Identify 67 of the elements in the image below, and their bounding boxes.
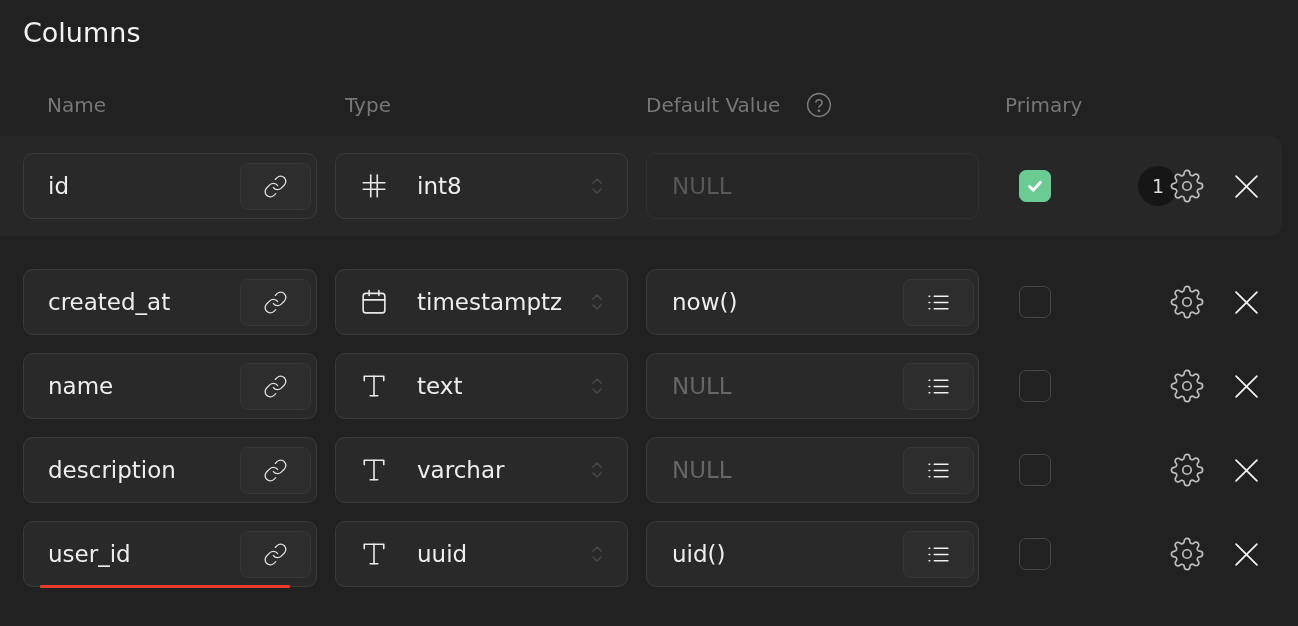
close-icon[interactable] <box>1234 373 1259 399</box>
settings-icon[interactable] <box>1170 537 1204 571</box>
column-name-field[interactable]: description <box>23 437 317 503</box>
type-text: varchar <box>417 456 506 485</box>
default-value-field[interactable]: uid() <box>646 521 979 587</box>
link-icon <box>263 289 288 315</box>
column-name-text: id <box>48 172 69 201</box>
column-header: Default Value <box>646 92 781 118</box>
type-text: int8 <box>417 172 463 201</box>
link-icon <box>263 373 288 399</box>
list-button[interactable] <box>903 446 974 494</box>
type-text: text <box>417 372 464 401</box>
list-button[interactable] <box>903 530 974 578</box>
close-icon[interactable] <box>1234 457 1259 483</box>
link-button[interactable] <box>240 530 311 578</box>
column-name-field[interactable]: created_at <box>23 269 317 335</box>
primary-checkbox[interactable] <box>1019 370 1051 402</box>
close-icon[interactable] <box>1234 289 1259 315</box>
primary-checkbox[interactable] <box>1019 286 1051 318</box>
list-button[interactable] <box>903 362 974 410</box>
type-select[interactable]: varchar <box>335 437 628 503</box>
help-icon[interactable] <box>806 92 833 118</box>
link-button[interactable] <box>240 278 311 326</box>
section-title: Columns <box>23 16 141 50</box>
list-button[interactable] <box>903 278 974 326</box>
link-button[interactable] <box>240 446 311 494</box>
link-button[interactable] <box>240 362 311 410</box>
letter-t-icon <box>361 541 387 567</box>
settings-icon[interactable] <box>1170 169 1204 203</box>
type-select[interactable]: text <box>335 353 628 419</box>
type-select[interactable]: uuid <box>335 521 628 587</box>
primary-checkbox[interactable] <box>1019 454 1051 486</box>
column-header: Name <box>47 92 106 118</box>
calendar-icon <box>361 289 387 315</box>
column-header: Type <box>345 92 391 118</box>
letter-t-icon <box>361 457 387 483</box>
default-value-text: now() <box>672 288 738 317</box>
type-select[interactable]: timestamptz <box>335 269 628 335</box>
count-badge: 1 <box>1138 166 1178 206</box>
link-icon <box>263 173 288 199</box>
column-name-text: created_at <box>48 288 171 317</box>
link-button[interactable] <box>240 162 311 210</box>
type-select[interactable]: int8 <box>335 153 628 219</box>
column-name-field[interactable]: user_id <box>23 521 317 587</box>
link-icon <box>263 457 288 483</box>
hash-icon <box>361 173 387 199</box>
letter-t-icon <box>361 373 387 399</box>
placeholder-text: NULL <box>672 372 732 401</box>
settings-icon[interactable] <box>1170 453 1204 487</box>
default-value-text: uid() <box>672 540 726 569</box>
column-header: Primary <box>1005 92 1083 118</box>
link-icon <box>263 541 288 567</box>
placeholder-text: NULL <box>672 456 732 485</box>
column-name-text: name <box>48 372 114 401</box>
column-name-text: user_id <box>48 540 131 569</box>
type-text: uuid <box>417 540 469 569</box>
column-name-field[interactable]: id <box>23 153 317 219</box>
settings-icon[interactable] <box>1170 285 1204 319</box>
settings-icon[interactable] <box>1170 369 1204 403</box>
default-value-field[interactable]: now() <box>646 269 979 335</box>
column-name-text: description <box>48 456 176 485</box>
primary-checkbox[interactable] <box>1019 538 1051 570</box>
primary-checkbox[interactable] <box>1019 170 1051 202</box>
close-icon[interactable] <box>1234 541 1259 567</box>
close-icon[interactable] <box>1234 173 1259 199</box>
type-text: timestamptz <box>417 288 564 317</box>
column-name-field[interactable]: name <box>23 353 317 419</box>
